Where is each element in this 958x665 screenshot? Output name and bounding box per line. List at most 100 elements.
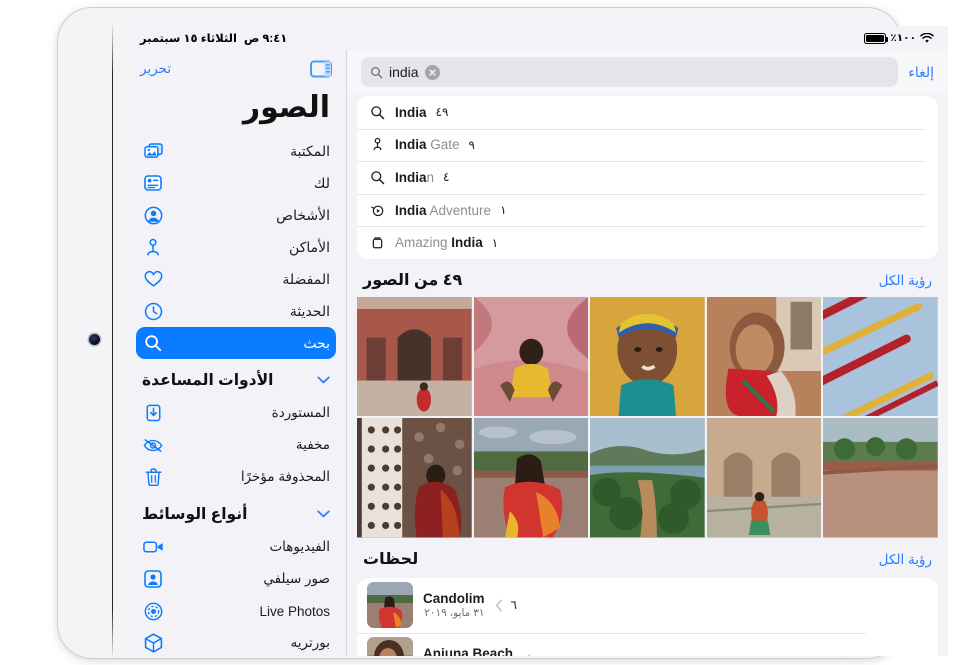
sidebar-toolbar: تحرير bbox=[136, 50, 336, 88]
status-clock: ٩:٤١ص bbox=[244, 31, 287, 45]
moment-row[interactable]: Anjuna Beach ١١ مايو، ٢٠١٩ ٧ bbox=[357, 633, 938, 656]
suggestion-label: Amazing India bbox=[395, 235, 483, 250]
moment-meta: ٧ bbox=[523, 653, 545, 656]
trash-icon bbox=[142, 466, 164, 488]
sidebar-item-label: الفيديوهات bbox=[174, 539, 330, 555]
photos-see-all-link[interactable]: رؤية الكل bbox=[879, 273, 932, 289]
moment-thumbnail bbox=[367, 637, 413, 656]
moment-title: Anjuna Beach bbox=[423, 646, 513, 656]
sidebar-item-recents[interactable]: الحديثة bbox=[136, 295, 336, 327]
photo-stack-icon bbox=[142, 140, 164, 162]
sidebar-item-recently-deleted[interactable]: المحذوفة مؤخرًا bbox=[136, 461, 336, 493]
suggestion-count: ٩ bbox=[469, 138, 475, 152]
wifi-icon bbox=[920, 33, 934, 44]
photo-thumbnail[interactable] bbox=[707, 297, 822, 416]
photo-thumbnail[interactable] bbox=[707, 418, 822, 537]
chevron-left-icon bbox=[523, 654, 531, 656]
sidebar-item-live-photos[interactable]: Live Photos bbox=[136, 595, 336, 627]
moment-date: ٣١ مايو، ٢٠١٩ bbox=[423, 607, 485, 619]
search-input[interactable]: india bbox=[361, 57, 898, 87]
suggestion-row[interactable]: India Adventure ١ bbox=[357, 194, 938, 227]
sidebar-item-places[interactable]: الأماكن bbox=[136, 231, 336, 263]
photo-thumbnail[interactable] bbox=[823, 418, 938, 537]
search-icon bbox=[142, 332, 164, 354]
sidebar-item-library[interactable]: المكتبة bbox=[136, 135, 336, 167]
suggestion-row[interactable]: India ٤٩ bbox=[357, 96, 938, 129]
suggestions-card: India ٤٩ India Gate ٩ bbox=[357, 96, 938, 259]
moments-see-all-link[interactable]: رؤية الكل bbox=[879, 552, 932, 568]
cube-portrait-icon bbox=[142, 632, 164, 654]
sidebar-item-label: صور سيلفي bbox=[174, 571, 330, 587]
moment-title: Candolim bbox=[423, 591, 485, 606]
cancel-button[interactable]: إلغاء bbox=[908, 64, 934, 81]
heart-icon bbox=[142, 268, 164, 290]
page-title: الصور bbox=[136, 88, 336, 135]
sidebar-item-search[interactable]: بحث bbox=[136, 327, 336, 359]
live-photo-icon bbox=[142, 600, 164, 622]
person-circle-icon bbox=[142, 204, 164, 226]
chevron-down-icon[interactable] bbox=[317, 376, 330, 384]
sidebar-item-label: مخفية bbox=[174, 437, 330, 453]
sidebar-item-for-you[interactable]: لك bbox=[136, 167, 336, 199]
moments-card: Candolim ٣١ مايو، ٢٠١٩ ٦ bbox=[357, 578, 938, 656]
photo-thumbnail[interactable] bbox=[590, 297, 705, 416]
chevron-left-icon bbox=[495, 599, 503, 612]
sidebar-item-favorites[interactable]: المفضلة bbox=[136, 263, 336, 295]
search-results-scroll[interactable]: India ٤٩ India Gate ٩ bbox=[347, 94, 948, 656]
sidebar: تحرير الصور المكتبة bbox=[126, 50, 346, 656]
search-icon bbox=[370, 66, 383, 79]
search-icon bbox=[369, 104, 386, 121]
for-you-card-icon bbox=[142, 172, 164, 194]
suggestion-count: ١ bbox=[492, 236, 498, 250]
map-pin-icon bbox=[369, 136, 386, 153]
edit-button[interactable]: تحرير bbox=[140, 61, 171, 77]
clock-icon bbox=[142, 300, 164, 322]
photos-section-header: ٤٩ من الصور رؤية الكل bbox=[357, 259, 938, 297]
sidebar-item-people[interactable]: الأشخاص bbox=[136, 199, 336, 231]
search-header: إلغاء india bbox=[347, 50, 948, 94]
moment-count: ٧ bbox=[539, 653, 545, 656]
sidebar-item-imported[interactable]: المستوردة bbox=[136, 397, 336, 429]
moment-row[interactable]: Candolim ٣١ مايو، ٢٠١٩ ٦ bbox=[357, 578, 938, 633]
moments-section-title: لحظات bbox=[363, 549, 418, 569]
section-title: أنواع الوسائط bbox=[142, 505, 247, 524]
device-bezel-left bbox=[112, 22, 113, 660]
moment-text: Anjuna Beach ١١ مايو، ٢٠١٩ bbox=[423, 646, 513, 656]
memory-play-icon bbox=[369, 202, 386, 219]
photo-thumbnail[interactable] bbox=[474, 297, 589, 416]
sidebar-item-portrait[interactable]: بورتريه bbox=[136, 627, 336, 656]
photo-thumbnail[interactable] bbox=[474, 418, 589, 537]
photo-thumbnail[interactable] bbox=[590, 418, 705, 537]
status-bar-left: ٪١٠٠ bbox=[864, 32, 934, 44]
suggestion-row[interactable]: India Gate ٩ bbox=[357, 129, 938, 162]
moments-section-header: لحظات رؤية الكل bbox=[357, 538, 938, 576]
sidebar-item-label: المكتبة bbox=[174, 143, 330, 160]
sidebar-item-label: بورتريه bbox=[174, 635, 330, 651]
photo-thumbnail[interactable] bbox=[357, 297, 472, 416]
sidebar-item-label: بحث bbox=[174, 335, 330, 352]
moment-count: ٦ bbox=[511, 598, 517, 612]
suggestion-row[interactable]: Amazing India ١ bbox=[357, 226, 938, 259]
sidebar-toggle-icon[interactable] bbox=[310, 60, 332, 78]
sidebar-section-media-types[interactable]: أنواع الوسائط bbox=[136, 497, 336, 531]
sidebar-item-videos[interactable]: الفيديوهات bbox=[136, 531, 336, 563]
front-camera bbox=[89, 334, 100, 345]
sidebar-section-utilities[interactable]: الأدوات المساعدة bbox=[136, 363, 336, 397]
selfie-person-icon bbox=[142, 568, 164, 590]
sidebar-item-hidden[interactable]: مخفية bbox=[136, 429, 336, 461]
photos-section-title: ٤٩ من الصور bbox=[363, 270, 462, 290]
photo-grid bbox=[357, 297, 938, 538]
photo-thumbnail[interactable] bbox=[357, 418, 472, 537]
suggestion-row[interactable]: Indian ٤ bbox=[357, 161, 938, 194]
status-bar: ٪١٠٠ ٩:٤١ص الثلاثاء ١٥ سبتمبر bbox=[126, 26, 948, 50]
clear-circle-icon[interactable] bbox=[425, 65, 440, 80]
ipad-device-frame: ٪١٠٠ ٩:٤١ص الثلاثاء ١٥ سبتمبر bbox=[58, 8, 901, 658]
sidebar-item-selfies[interactable]: صور سيلفي bbox=[136, 563, 336, 595]
suggestion-count: ١ bbox=[500, 203, 506, 217]
sidebar-item-label: الأماكن bbox=[174, 239, 330, 256]
chevron-down-icon[interactable] bbox=[317, 510, 330, 518]
search-detail-pane: إلغاء india bbox=[346, 50, 948, 656]
section-title: الأدوات المساعدة bbox=[142, 371, 273, 390]
photo-thumbnail[interactable] bbox=[823, 297, 938, 416]
sidebar-item-label: لك bbox=[174, 175, 330, 192]
